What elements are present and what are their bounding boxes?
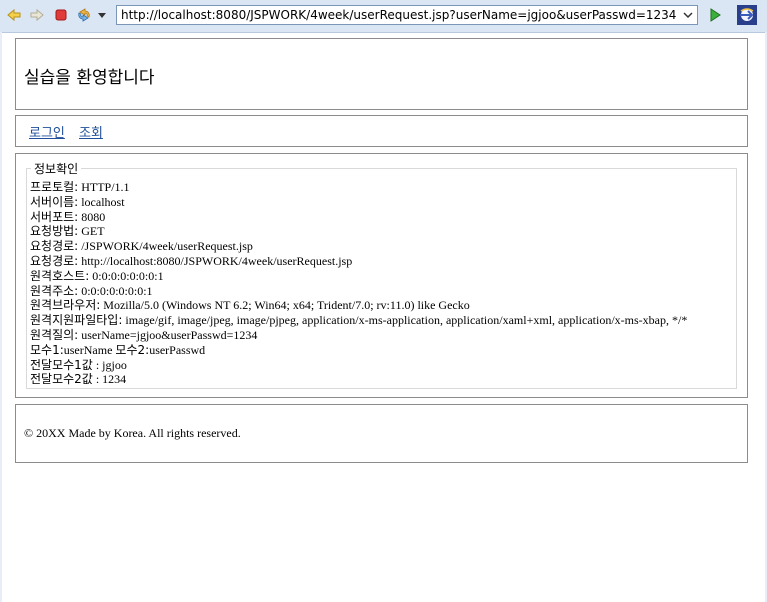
forward-arrow-icon[interactable] bbox=[29, 7, 45, 23]
left-window-edge bbox=[0, 32, 2, 602]
info-row-remote-host: 원격호스트: 0:0:0:0:0:0:0:1 bbox=[30, 268, 164, 283]
info-row-params: 모수1:userName 모수2:userPasswd bbox=[30, 342, 206, 357]
info-row-user-agent: 원격브라우저: Mozilla/5.0 (Windows NT 6.2; Win… bbox=[30, 298, 470, 313]
info-row-request-uri: 요청경로: /JSPWORK/4week/userRequest.jsp bbox=[30, 239, 253, 254]
info-legend: 정보확인 bbox=[34, 162, 79, 176]
footer-copyright: © 20XX Made by Korea. All rights reserve… bbox=[24, 426, 241, 440]
info-row-param2-value: 전달모수2값 : 1234 bbox=[30, 372, 127, 387]
go-icon[interactable] bbox=[707, 7, 723, 23]
page-title: 실습을 환영합니다 bbox=[24, 68, 155, 88]
info-row-query: 원격질의: userName=jgjoo&userPasswd=1234 bbox=[30, 327, 258, 342]
info-row-accept: 원격지원파일타입: image/gif, image/jpeg, image/p… bbox=[30, 313, 688, 328]
info-rows: 프로토컬: HTTP/1.1 서버이름: localhost 서버포트: 808… bbox=[30, 180, 687, 387]
info-row-protocol: 프로토컬: HTTP/1.1 bbox=[30, 180, 130, 194]
address-bar[interactable]: http://localhost:8080/JSPWORK/4week/user… bbox=[116, 5, 698, 25]
lookup-link[interactable]: 조회 bbox=[79, 122, 103, 141]
login-link[interactable]: 로그인 bbox=[29, 122, 65, 141]
header-section: 실습을 환영합니다 bbox=[15, 38, 748, 110]
refresh-icon[interactable] bbox=[76, 7, 92, 23]
info-row-request-url: 요청경로: http://localhost:8080/JSPWORK/4wee… bbox=[30, 253, 353, 268]
stop-icon[interactable] bbox=[53, 7, 69, 23]
dropdown-arrow-icon[interactable] bbox=[96, 7, 108, 23]
footer-section: © 20XX Made by Korea. All rights reserve… bbox=[15, 404, 748, 463]
info-row-method: 요청방법: GET bbox=[30, 224, 105, 239]
address-dropdown-icon[interactable] bbox=[679, 6, 697, 24]
info-row-param1-value: 전달모수1값 : jgjoo bbox=[30, 357, 127, 372]
info-row-server-name: 서버이름: localhost bbox=[30, 194, 125, 209]
address-bar-url[interactable]: http://localhost:8080/JSPWORK/4week/user… bbox=[121, 8, 676, 22]
info-section: 정보확인 프로토컬: HTTP/1.1 서버이름: localhost 서버포트… bbox=[15, 153, 748, 398]
eclipse-browser-icon[interactable] bbox=[737, 5, 757, 25]
info-row-server-port: 서버포트: 8080 bbox=[30, 209, 106, 224]
nav-section: 로그인 조회 bbox=[15, 115, 748, 147]
browser-toolbar: http://localhost:8080/JSPWORK/4week/user… bbox=[0, 0, 767, 33]
info-row-remote-addr: 원격주소: 0:0:0:0:0:0:0:1 bbox=[30, 283, 153, 298]
back-arrow-icon[interactable] bbox=[6, 7, 22, 23]
